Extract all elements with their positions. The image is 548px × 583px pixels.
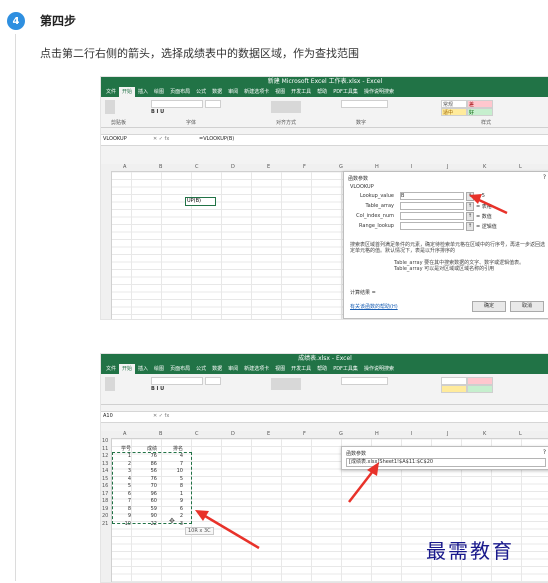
watermark-logo: 最需教育 xyxy=(426,539,514,563)
red-arrow-annotation-1 xyxy=(469,194,508,215)
step-description: 点击第二行右侧的箭头，选择成绩表中的数据区域，作为查找范围 xyxy=(40,47,359,60)
step-number-badge: 4 xyxy=(7,12,25,30)
excel-screenshot-1: 新建 Microsoft Excel 工作表.xlsx - Excel 文件 开始… xyxy=(100,76,548,320)
step-title: 第四步 xyxy=(40,14,77,28)
timeline-line xyxy=(15,34,16,581)
